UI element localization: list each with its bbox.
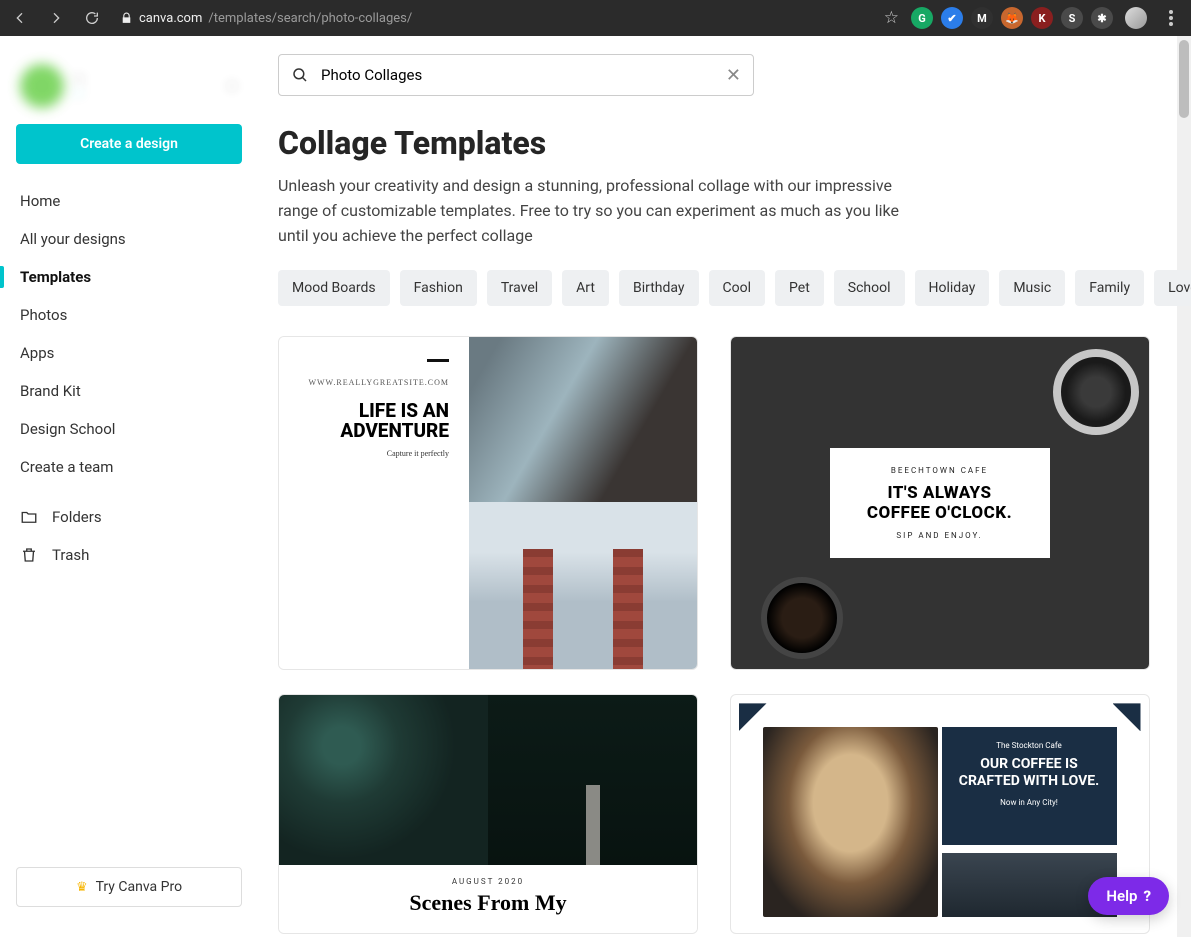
page-description: Unleash your creativity and design a stu… [278, 174, 928, 248]
folders-label: Folders [52, 508, 102, 526]
chip-travel[interactable]: Travel [487, 270, 552, 306]
search-icon [291, 66, 309, 84]
card1-site: WWW.REALLYGREATSITE.COM [299, 378, 449, 387]
browser-extension-6[interactable]: ✱ [1091, 7, 1113, 29]
browser-extension-1[interactable]: ✔ [941, 7, 963, 29]
chip-birthday[interactable]: Birthday [619, 270, 699, 306]
page-title: Collage Templates [278, 124, 1157, 162]
account-switcher[interactable]: —— [16, 52, 242, 124]
back-button[interactable] [8, 6, 32, 30]
chip-mood-boards[interactable]: Mood Boards [278, 270, 390, 306]
reload-button[interactable] [80, 6, 104, 30]
browser-extension-3[interactable]: 🦊 [1001, 7, 1023, 29]
sidebar-item-home[interactable]: Home [16, 182, 242, 220]
browser-menu-button[interactable] [1159, 6, 1183, 30]
template-card-coffee-oclock[interactable]: BEECHTOWN CAFE IT'S ALWAYS COFFEE O'CLOC… [730, 336, 1150, 670]
card4-headline: OUR COFFEE IS CRAFTED WITH LOVE. [954, 756, 1105, 790]
chip-family[interactable]: Family [1075, 270, 1144, 306]
sidebar: —— Create a design HomeAll your designsT… [0, 36, 258, 937]
trash-link[interactable]: Trash [16, 536, 242, 574]
card1-sub: Capture it perfectly [299, 449, 449, 458]
sidebar-item-design-school[interactable]: Design School [16, 410, 242, 448]
card4-sub: Now in Any City! [954, 798, 1105, 807]
template-card-scenes[interactable]: AUGUST 2020 Scenes From My [278, 694, 698, 934]
chip-holiday[interactable]: Holiday [915, 270, 990, 306]
template-card-adventure[interactable]: WWW.REALLYGREATSITE.COM LIFE IS AN ADVEN… [278, 336, 698, 670]
help-icon: ? [1143, 887, 1151, 905]
sidebar-item-photos[interactable]: Photos [16, 296, 242, 334]
forward-button[interactable] [44, 6, 68, 30]
chip-cool[interactable]: Cool [709, 270, 766, 306]
category-chips: Mood Boards Fashion Travel Art Birthday CoolP… [278, 270, 1157, 306]
card1-title: LIFE IS AN ADVENTURE [299, 401, 449, 441]
chevron-down-icon [226, 80, 238, 92]
card2-headline: IT'S ALWAYS COFFEE O'CLOCK. [856, 483, 1024, 523]
browser-extension-2[interactable]: M [971, 7, 993, 29]
card4-brand: The Stockton Cafe [954, 741, 1105, 750]
lock-icon [120, 12, 133, 25]
main-content: ✕ Collage Templates Unleash your creativ… [258, 36, 1191, 937]
browser-extension-0[interactable]: G [911, 7, 933, 29]
url-path: /templates/search/photo-collages/ [208, 11, 412, 26]
browser-toolbar: canva.com/templates/search/photo-collage… [0, 0, 1191, 36]
browser-extension-5[interactable]: S [1061, 7, 1083, 29]
browser-profile-avatar[interactable] [1125, 7, 1147, 29]
sidebar-item-all-your-designs[interactable]: All your designs [16, 220, 242, 258]
clear-search-button[interactable]: ✕ [726, 65, 741, 86]
trash-label: Trash [52, 546, 89, 564]
user-avatar [20, 64, 64, 108]
card2-sub: SIP AND ENJOY. [856, 531, 1024, 540]
search-bar[interactable]: ✕ [278, 54, 754, 96]
chip-love[interactable]: Love [1154, 270, 1191, 306]
chip-pet[interactable]: Pet [775, 270, 824, 306]
try-pro-button[interactable]: ♛ Try Canva Pro [16, 867, 242, 907]
chip-music[interactable]: Music [999, 270, 1065, 306]
template-card-stockton[interactable]: The Stockton Cafe OUR COFFEE IS CRAFTED … [730, 694, 1150, 934]
trash-icon [20, 546, 38, 564]
sidebar-item-create-a-team[interactable]: Create a team [16, 448, 242, 486]
create-design-button[interactable]: Create a design [16, 124, 242, 164]
sidebar-item-brand-kit[interactable]: Brand Kit [16, 372, 242, 410]
folders-link[interactable]: Folders [16, 498, 242, 536]
card2-brand: BEECHTOWN CAFE [856, 466, 1024, 475]
help-label: Help [1106, 887, 1137, 905]
chip-school[interactable]: School [834, 270, 905, 306]
chip-art[interactable]: Art [562, 270, 609, 306]
star-icon[interactable]: ☆ [884, 8, 899, 28]
search-input[interactable] [321, 66, 714, 84]
help-button[interactable]: Help ? [1088, 877, 1169, 915]
url-host: canva.com [139, 11, 202, 26]
sidebar-item-apps[interactable]: Apps [16, 334, 242, 372]
try-pro-label: Try Canva Pro [96, 879, 182, 895]
crown-icon: ♛ [76, 880, 88, 895]
folder-icon [20, 508, 38, 526]
address-bar[interactable]: canva.com/templates/search/photo-collage… [120, 11, 412, 26]
card3-title: Scenes From My [279, 890, 697, 916]
card3-date: AUGUST 2020 [279, 877, 697, 886]
sidebar-item-templates[interactable]: Templates [16, 258, 242, 296]
chip-fashion[interactable]: Fashion [400, 270, 477, 306]
browser-extension-4[interactable]: K [1031, 7, 1053, 29]
